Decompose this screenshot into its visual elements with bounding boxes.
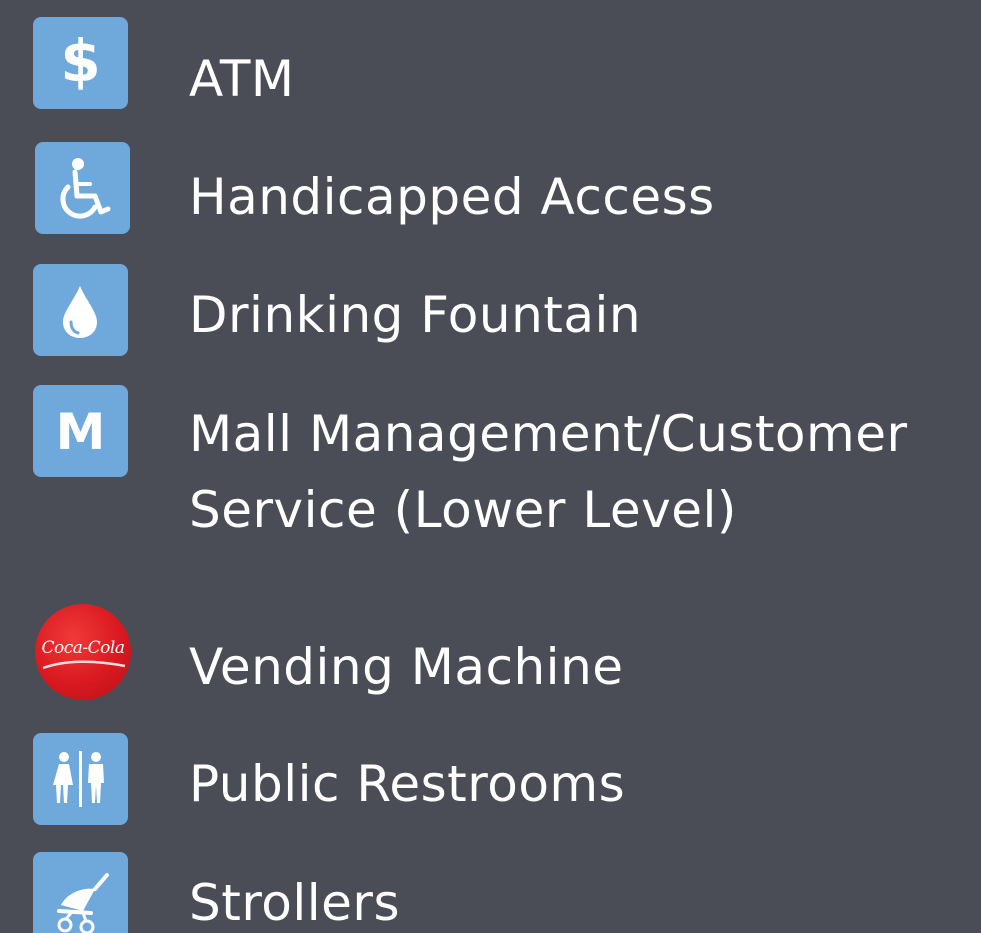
dollar-glyph: $ (60, 27, 100, 95)
letter-m-icon: M (33, 385, 128, 477)
letter-m-icon-graphic: M (56, 403, 106, 461)
legend-label-public-restrooms: Public Restrooms (189, 759, 625, 809)
legend-label-line: Public Restrooms (189, 755, 626, 813)
wheelchair-icon (35, 142, 130, 234)
legend-label-line: Handicapped Access (189, 168, 715, 226)
legend-label-handicapped-access: Handicapped Access (189, 172, 715, 222)
coca-cola-logo-icon: Coca-Cola (35, 604, 131, 700)
water-drop-icon (33, 264, 128, 356)
legend-label-line: Vending Machine (189, 638, 624, 696)
legend-label-line: Service (Lower Level) (189, 481, 737, 539)
dollar-icon-graphic: $ (60, 27, 100, 95)
legend-label-drinking-fountain: Drinking Fountain (189, 290, 641, 340)
legend-label-line: Mall Management/Customer (189, 405, 908, 463)
letter-m-glyph: M (56, 403, 106, 461)
wheelchair-icon-graphic (60, 158, 111, 219)
amenities-legend: $ ATM Handicapped Access Drinking Founta… (0, 0, 981, 933)
legend-label-line: Drinking Fountain (189, 286, 642, 344)
legend-label-vending-machine: Vending Machine (189, 642, 624, 692)
stroller-icon (33, 852, 128, 933)
legend-label-mall-management: Mall Management/Customer Service (Lower … (189, 409, 908, 535)
legend-label-line: Strollers (189, 874, 401, 932)
dollar-icon: $ (33, 17, 128, 109)
restroom-icon (33, 733, 128, 825)
water-drop-icon-graphic (63, 286, 97, 338)
coca-cola-logo-text: Coca-Cola (41, 638, 125, 658)
legend-label-atm: ATM (189, 54, 295, 104)
stroller-icon-graphic (57, 873, 109, 933)
restroom-icon-graphic (53, 751, 104, 807)
legend-label-strollers: Strollers (189, 878, 400, 928)
legend-label-line: ATM (189, 50, 295, 108)
